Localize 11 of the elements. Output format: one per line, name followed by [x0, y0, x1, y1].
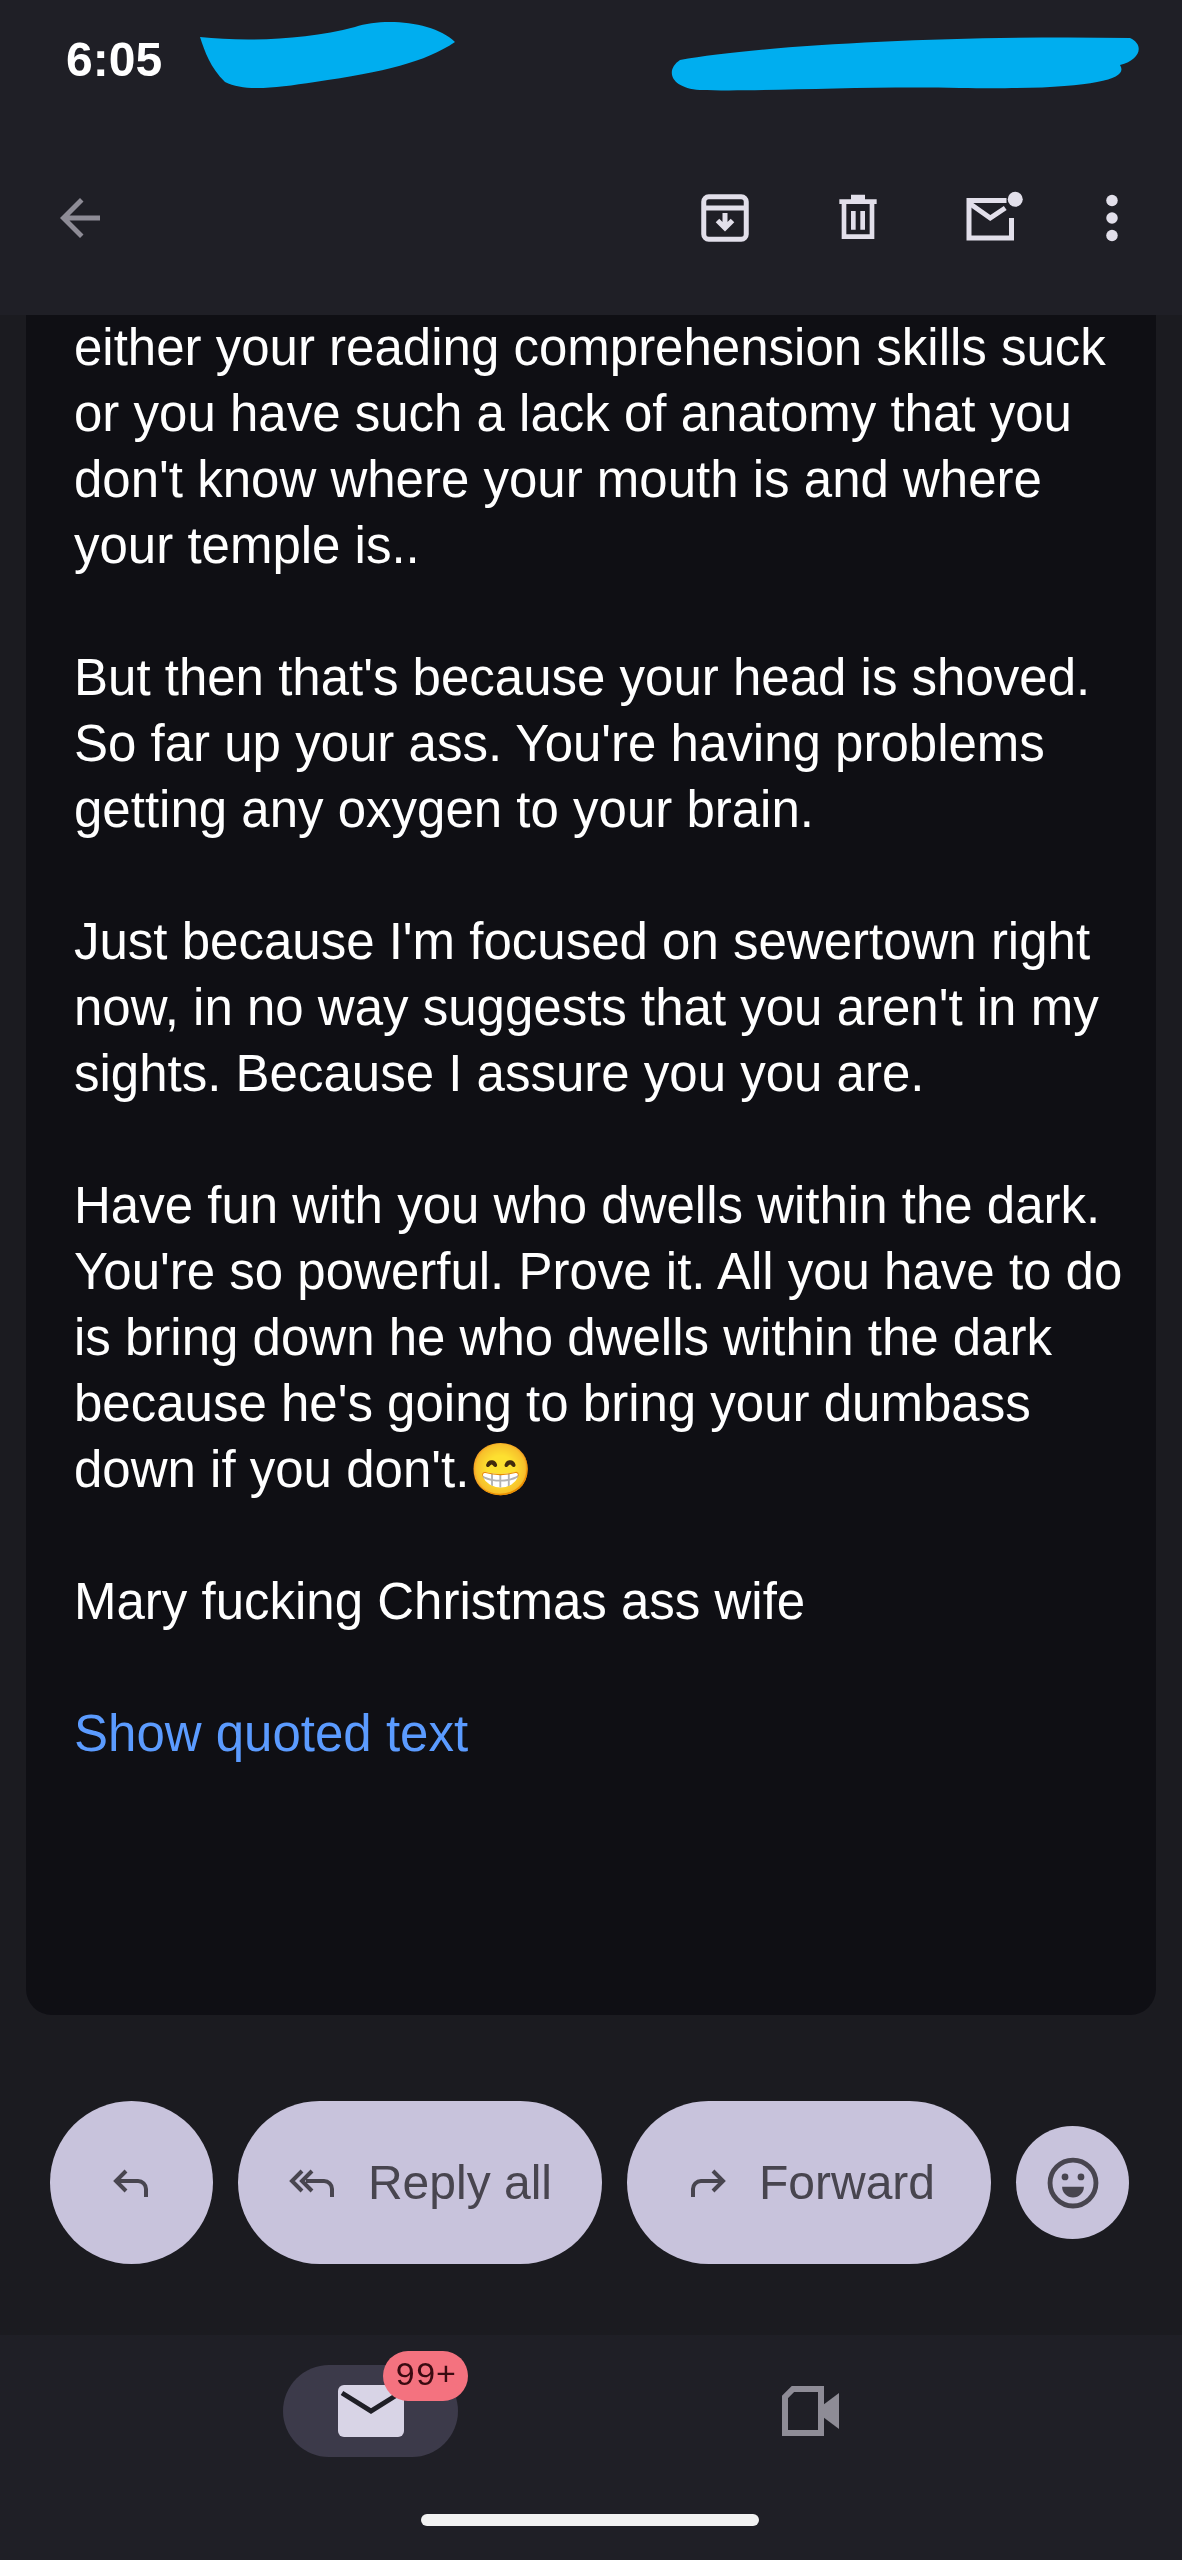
reply-all-button[interactable]: Reply all — [238, 2101, 602, 2264]
show-quoted-text-link[interactable]: Show quoted text — [74, 1701, 469, 1767]
email-paragraph: Have fun with you who dwells within the dark. You're so powerful. Prove it. All you have to do is bring down he who dwells within the dark because he's going to bring your dumbass down if you don't.😁 — [74, 1176, 1124, 1500]
forward-button[interactable]: Forward — [627, 2101, 991, 2264]
email-paragraph: Just because I'm focused on sewertown right now, in no way suggests that you aren't in my sights. Because I assure you you are. — [74, 912, 1100, 1104]
email-paragraph: Mary fucking Christmas ass wife — [74, 1572, 807, 1632]
mail-icon — [337, 2385, 404, 2437]
email-paragraph: either your reading comprehension skills suck or you have such a lack of anatomy that you don't know where your mouth is and where your temple is.. — [74, 318, 1107, 576]
email-paragraph: But then that's because your head is shoved. So far up your ass. You're having problems getting any oxygen to your brain. — [74, 648, 1092, 840]
status-time: 6:05 — [66, 32, 163, 88]
unread-count-badge: 99+ — [383, 2351, 469, 2401]
